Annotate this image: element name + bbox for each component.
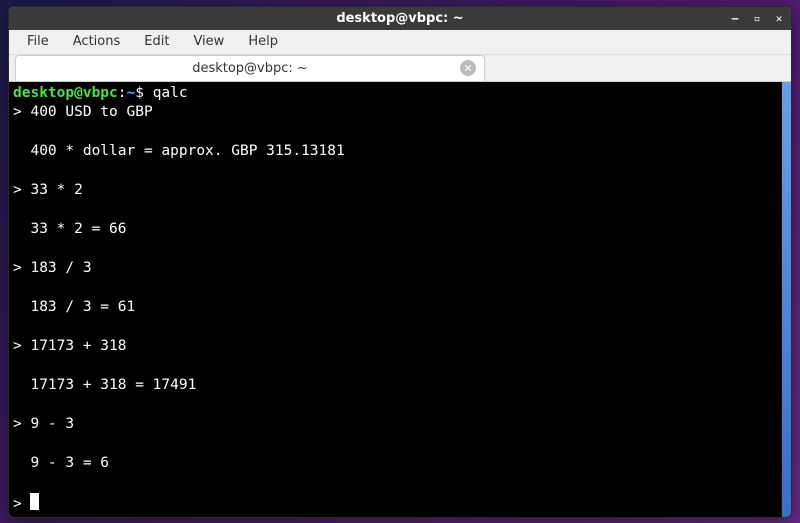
maximize-button[interactable]: ▫ xyxy=(749,10,765,26)
tab-terminal[interactable]: desktop@vbpc: ~ ✕ xyxy=(15,55,485,81)
terminal-window: desktop@vbpc: ~ — ▫ ✕ File Actions Edit … xyxy=(8,6,792,518)
prompt-host: vbpc xyxy=(83,85,118,101)
terminal-line: > 183 / 3 xyxy=(13,259,777,279)
command-text: qalc xyxy=(153,85,188,101)
tab-label: desktop@vbpc: ~ xyxy=(192,61,308,76)
menu-help[interactable]: Help xyxy=(238,31,288,52)
terminal-line: 17173 + 318 = 17491 xyxy=(13,376,777,396)
terminal-line: 183 / 3 = 61 xyxy=(13,298,777,318)
terminal-line xyxy=(13,357,777,377)
terminal-line: 9 - 3 = 6 xyxy=(13,454,777,474)
prompt-user: desktop xyxy=(13,85,74,101)
terminal-line xyxy=(13,435,777,455)
tabbar: desktop@vbpc: ~ ✕ xyxy=(9,55,791,82)
window-controls: — ▫ ✕ xyxy=(727,7,787,30)
terminal-line: > 9 - 3 xyxy=(13,415,777,435)
scrollbar[interactable] xyxy=(781,82,791,517)
prompt-symbol: $ xyxy=(135,85,152,101)
terminal-line: 33 * 2 = 66 xyxy=(13,220,777,240)
tab-close-icon[interactable]: ✕ xyxy=(460,60,476,76)
terminal-line: 400 * dollar = approx. GBP 315.13181 xyxy=(13,142,777,162)
prompt-at: @ xyxy=(74,85,83,101)
minimize-button[interactable]: — xyxy=(727,10,743,26)
cursor xyxy=(30,493,39,510)
terminal-line: > 33 * 2 xyxy=(13,181,777,201)
terminal-line xyxy=(13,279,777,299)
menu-actions[interactable]: Actions xyxy=(63,31,131,52)
window-title: desktop@vbpc: ~ xyxy=(336,11,463,26)
terminal-line xyxy=(13,201,777,221)
terminal-line: > 400 USD to GBP xyxy=(13,103,777,123)
terminal-line: > 17173 + 318 xyxy=(13,337,777,357)
menubar: File Actions Edit View Help xyxy=(9,30,791,55)
menu-view[interactable]: View xyxy=(183,31,234,52)
terminal-area: desktop@vbpc:~$ qalc> 400 USD to GBP 400… xyxy=(9,82,791,517)
titlebar[interactable]: desktop@vbpc: ~ — ▫ ✕ xyxy=(9,7,791,30)
terminal-line xyxy=(13,396,777,416)
prompt-path: ~ xyxy=(127,85,136,101)
terminal-output[interactable]: desktop@vbpc:~$ qalc> 400 USD to GBP 400… xyxy=(9,82,781,517)
qalc-prompt: > xyxy=(13,496,30,512)
terminal-line xyxy=(13,474,777,494)
qalc-prompt-line: > xyxy=(13,493,777,515)
terminal-line xyxy=(13,318,777,338)
terminal-line xyxy=(13,123,777,143)
prompt-colon: : xyxy=(118,85,127,101)
menu-edit[interactable]: Edit xyxy=(134,31,179,52)
terminal-line xyxy=(13,162,777,182)
shell-prompt-line: desktop@vbpc:~$ qalc xyxy=(13,84,777,104)
menu-file[interactable]: File xyxy=(17,31,59,52)
close-button[interactable]: ✕ xyxy=(771,10,787,26)
terminal-line xyxy=(13,240,777,260)
